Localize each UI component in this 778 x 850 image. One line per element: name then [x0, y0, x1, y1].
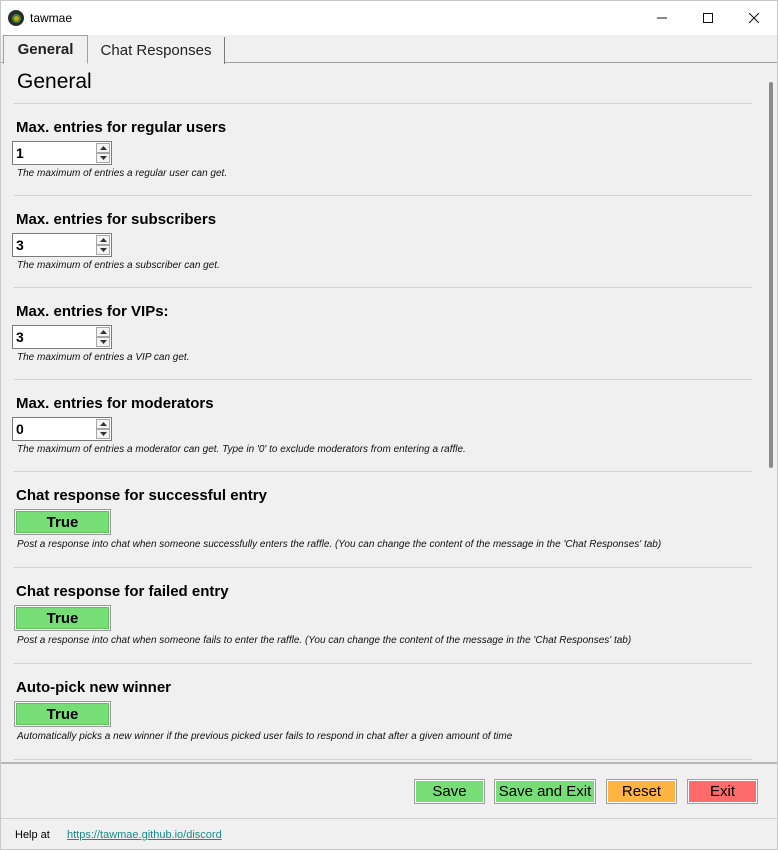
arrow-down-icon	[99, 248, 107, 252]
success-response-toggle[interactable]: True	[14, 509, 111, 535]
section-description: The maximum of entries a moderator can g…	[17, 444, 466, 455]
decrement-button[interactable]	[96, 337, 110, 347]
arrow-down-icon	[99, 340, 107, 344]
settings-panel: General Max. entries for regular users T…	[1, 64, 767, 762]
decrement-button[interactable]	[96, 153, 110, 163]
reset-button[interactable]: Reset	[606, 779, 677, 804]
help-link[interactable]: https://tawmae.github.io/discord	[67, 829, 222, 841]
divider	[14, 663, 752, 664]
vertical-scrollbar[interactable]	[767, 64, 777, 762]
tab-chat-responses[interactable]: Chat Responses	[88, 37, 225, 64]
close-button[interactable]	[731, 1, 777, 35]
divider	[1, 818, 777, 819]
exit-button-label: Exit	[689, 781, 756, 802]
save-button[interactable]: Save	[414, 779, 485, 804]
close-icon	[749, 13, 759, 23]
section-label: Auto-pick new winner	[16, 679, 172, 696]
divider	[14, 287, 752, 288]
section-description: Automatically picks a new winner if the …	[17, 731, 513, 742]
exit-button[interactable]: Exit	[687, 779, 758, 804]
section-description: Post a response into chat when someone s…	[17, 539, 662, 550]
vips-stepper[interactable]	[12, 325, 112, 349]
decrement-button[interactable]	[96, 429, 110, 439]
increment-button[interactable]	[96, 235, 110, 245]
moderators-input[interactable]	[16, 420, 94, 438]
failed-response-toggle[interactable]: True	[14, 605, 111, 631]
regular-users-input[interactable]	[16, 144, 94, 162]
divider	[14, 759, 752, 760]
section-label: Chat response for failed entry	[16, 583, 229, 600]
divider	[14, 471, 752, 472]
moderators-stepper[interactable]	[12, 417, 112, 441]
autopick-toggle[interactable]: True	[14, 701, 111, 727]
arrow-up-icon	[99, 238, 107, 242]
minimize-icon	[657, 17, 667, 19]
divider	[1, 762, 777, 764]
save-and-exit-button-label: Save and Exit	[496, 781, 594, 802]
section-label: Max. entries for moderators	[16, 395, 214, 412]
section-description: Post a response into chat when someone f…	[17, 635, 632, 646]
minimize-button[interactable]	[639, 1, 685, 35]
tab-general[interactable]: General	[3, 35, 88, 64]
increment-button[interactable]	[96, 327, 110, 337]
maximize-icon	[703, 13, 713, 23]
section-label: Max. entries for VIPs:	[16, 303, 169, 320]
increment-button[interactable]	[96, 419, 110, 429]
subscribers-input[interactable]	[16, 236, 94, 254]
toggle-label: True	[16, 607, 109, 629]
toggle-label: True	[16, 703, 109, 725]
save-and-exit-button[interactable]: Save and Exit	[494, 779, 596, 804]
divider	[14, 195, 752, 196]
help-label: Help at	[15, 829, 50, 841]
divider	[14, 103, 752, 104]
tab-bar: General Chat Responses	[1, 35, 777, 64]
section-label: Chat response for successful entry	[16, 487, 267, 504]
section-description: The maximum of entries a subscriber can …	[17, 260, 220, 271]
divider	[14, 567, 752, 568]
divider	[14, 379, 752, 380]
arrow-up-icon	[99, 330, 107, 334]
page-title: General	[17, 70, 92, 93]
window-controls	[639, 1, 777, 35]
save-button-label: Save	[416, 781, 483, 802]
app-logo-icon	[8, 10, 24, 26]
toggle-label: True	[16, 511, 109, 533]
vips-input[interactable]	[16, 328, 94, 346]
arrow-down-icon	[99, 156, 107, 160]
scrollbar-thumb[interactable]	[769, 82, 773, 468]
section-label: Max. entries for subscribers	[16, 211, 217, 228]
reset-button-label: Reset	[608, 781, 675, 802]
maximize-button[interactable]	[685, 1, 731, 35]
section-label: Max. entries for regular users	[16, 119, 227, 136]
title-bar: tawmae	[1, 1, 777, 35]
app-window: tawmae General Chat Responses General Ma…	[0, 0, 778, 850]
section-description: The maximum of entries a regular user ca…	[17, 168, 228, 179]
arrow-down-icon	[99, 432, 107, 436]
section-description: The maximum of entries a VIP can get.	[17, 352, 190, 363]
regular-users-stepper[interactable]	[12, 141, 112, 165]
arrow-up-icon	[99, 146, 107, 150]
subscribers-stepper[interactable]	[12, 233, 112, 257]
window-title: tawmae	[30, 11, 73, 25]
decrement-button[interactable]	[96, 245, 110, 255]
arrow-up-icon	[99, 422, 107, 426]
increment-button[interactable]	[96, 143, 110, 153]
